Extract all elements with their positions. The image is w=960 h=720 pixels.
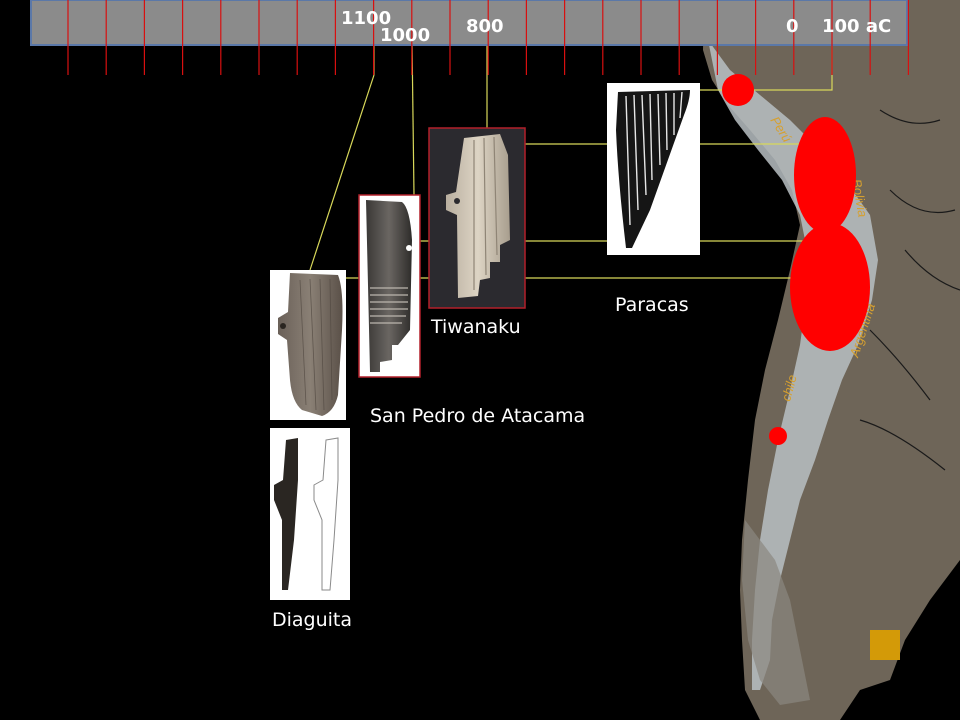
artifact-photo-diaguita-drawing bbox=[270, 428, 350, 600]
artifact-photo-tiwanaku bbox=[428, 127, 526, 309]
artifact-photo-paracas bbox=[607, 83, 700, 255]
timeline-label-800: 800 bbox=[466, 16, 504, 37]
south-america-map: Perú Bolivia Argentina chile bbox=[703, 0, 960, 720]
site-marker-tiwanaku bbox=[794, 117, 856, 233]
timeline-label-1000: 1000 bbox=[380, 25, 431, 46]
label-diaguita: Diaguita bbox=[272, 609, 353, 631]
square-marker bbox=[870, 630, 900, 660]
artifact-photo-san-pedro bbox=[358, 194, 421, 378]
timeline-label-0: 0 bbox=[786, 16, 799, 37]
slide-canvas: Perú Bolivia Argentina chile bbox=[30, 0, 960, 720]
label-paracas: Paracas bbox=[615, 294, 689, 316]
site-marker-paracas bbox=[722, 74, 754, 106]
label-tiwanaku: Tiwanaku bbox=[431, 316, 521, 338]
label-san-pedro-de-atacama: San Pedro de Atacama bbox=[370, 405, 586, 427]
artifact-photo-diaguita-stone bbox=[270, 270, 346, 420]
site-marker-atacama bbox=[790, 223, 870, 351]
site-marker-diaguita bbox=[769, 427, 787, 445]
timeline-label-100ac: 100 aC bbox=[822, 16, 892, 37]
